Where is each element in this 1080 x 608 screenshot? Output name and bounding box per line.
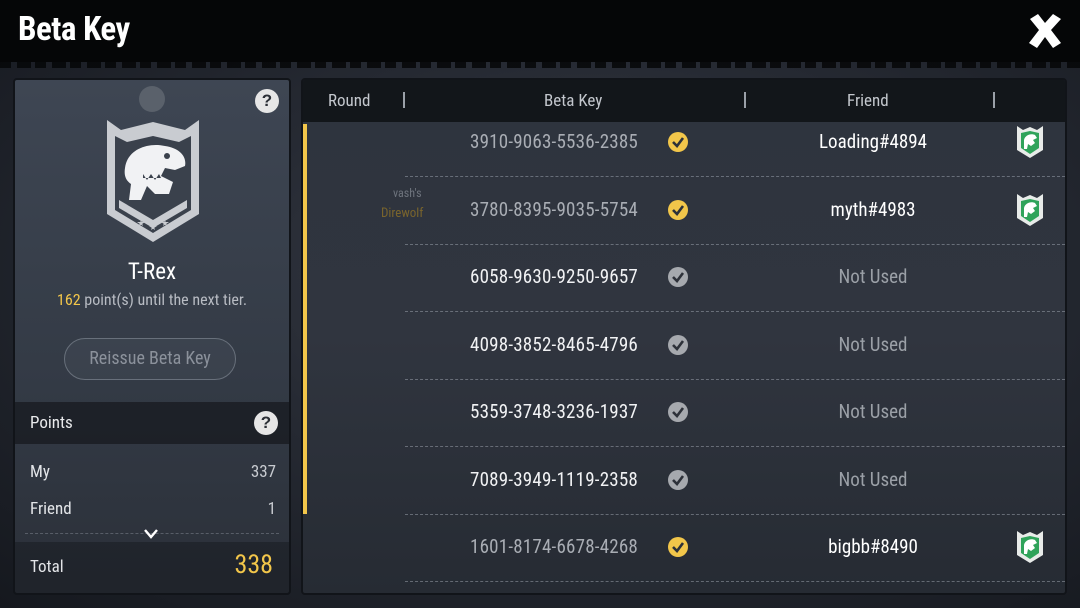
beta-key-value[interactable]: 3910-9063-5536-2385 bbox=[470, 130, 638, 153]
table-row[interactable]: 6058-9630-9250-9657 Not Used bbox=[303, 245, 1065, 312]
friend-name: bigbb#8490 bbox=[828, 535, 918, 558]
table-row[interactable]: 5359-3748-3236-1937 Not Used bbox=[303, 380, 1065, 447]
points-needed-suffix: point(s) until the next tier. bbox=[80, 290, 248, 309]
beta-key-value[interactable]: 3780-8395-9035-5754 bbox=[470, 198, 638, 221]
points-section-header: Points ? bbox=[15, 402, 289, 444]
beta-key-value[interactable]: 6058-9630-9250-9657 bbox=[470, 265, 638, 288]
friend-name: Not Used bbox=[838, 400, 908, 423]
trex-shield-badge-icon bbox=[107, 120, 199, 242]
column-friend: Friend bbox=[847, 91, 889, 111]
friend-name: Not Used bbox=[838, 468, 908, 491]
points-label: Friend bbox=[30, 499, 72, 519]
check-circle-icon bbox=[668, 267, 688, 287]
friend-dino-shield-icon bbox=[1017, 126, 1043, 158]
chevron-down-icon[interactable] bbox=[143, 528, 159, 540]
friend-name: myth#4983 bbox=[830, 198, 916, 221]
friend-name: Not Used bbox=[838, 265, 908, 288]
friend-name: Loading#4894 bbox=[819, 130, 927, 153]
tier-name: T-Rex bbox=[127, 258, 177, 285]
tier-progress-text: 162 point(s) until the next tier. bbox=[15, 290, 289, 309]
friend-dino-shield-icon bbox=[1017, 531, 1043, 563]
total-value: 338 bbox=[234, 550, 273, 580]
column-round: Round bbox=[328, 91, 371, 111]
check-circle-icon bbox=[668, 200, 688, 220]
beta-key-table: Round Beta Key Friend vash's Direwolf 39… bbox=[301, 78, 1067, 595]
column-separator bbox=[403, 92, 405, 108]
points-label: My bbox=[30, 462, 50, 482]
check-circle-icon bbox=[668, 537, 688, 557]
check-circle-icon bbox=[668, 470, 688, 490]
avatar bbox=[139, 86, 165, 112]
points-header-label: Points bbox=[30, 413, 73, 433]
page-title: Beta Key bbox=[18, 10, 130, 49]
top-bar: Beta Key bbox=[0, 0, 1080, 68]
check-circle-icon bbox=[668, 132, 688, 152]
beta-key-value[interactable]: 4098-3852-8465-4796 bbox=[470, 333, 638, 356]
table-row[interactable]: 3910-9063-5536-2385 Loading#4894 bbox=[303, 110, 1065, 177]
close-button[interactable] bbox=[1024, 10, 1066, 52]
table-row[interactable]: 7089-3949-1119-2358 Not Used bbox=[303, 448, 1065, 515]
beta-key-value[interactable]: 1601-8174-6678-4268 bbox=[470, 535, 638, 558]
table-row[interactable]: 3780-8395-9035-5754 myth#4983 bbox=[303, 178, 1065, 245]
close-x-icon[interactable] bbox=[1024, 10, 1066, 52]
row-divider bbox=[405, 446, 1065, 447]
tier-panel: ? T-Rex 162 point(s) until the next tier… bbox=[13, 78, 291, 595]
points-needed: 162 bbox=[56, 290, 81, 309]
points-value: 337 bbox=[250, 462, 276, 482]
row-divider bbox=[405, 311, 1065, 312]
friend-dino-shield-icon bbox=[1017, 194, 1043, 226]
friend-name: Not Used bbox=[838, 333, 908, 356]
total-label: Total bbox=[30, 557, 64, 577]
row-divider bbox=[405, 176, 1065, 177]
column-separator bbox=[993, 92, 995, 108]
table-row[interactable]: 1601-8174-6678-4268 bigbb#8490 bbox=[303, 515, 1065, 582]
check-circle-icon bbox=[668, 402, 688, 422]
row-divider bbox=[405, 581, 1065, 582]
points-help-icon[interactable]: ? bbox=[254, 411, 278, 435]
points-value: 1 bbox=[267, 499, 276, 519]
points-total-row: Total 338 bbox=[15, 542, 289, 593]
table-row[interactable]: 4098-3852-8465-4796 Not Used bbox=[303, 313, 1065, 380]
column-beta-key: Beta Key bbox=[544, 91, 603, 111]
beta-key-value[interactable]: 5359-3748-3236-1937 bbox=[470, 400, 638, 423]
tier-help-icon[interactable]: ? bbox=[255, 89, 279, 113]
reissue-beta-key-button[interactable]: Reissue Beta Key bbox=[64, 338, 236, 380]
column-separator bbox=[744, 92, 746, 108]
beta-key-value[interactable]: 7089-3949-1119-2358 bbox=[470, 468, 638, 491]
check-circle-icon bbox=[668, 335, 688, 355]
